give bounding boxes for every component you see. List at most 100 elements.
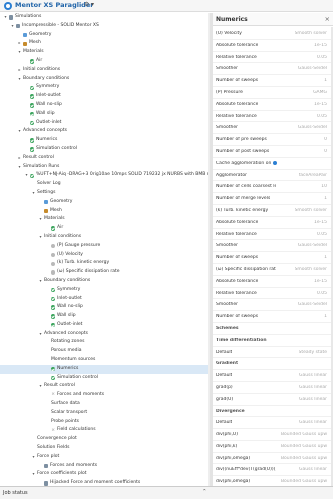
property-value-field[interactable]: Gauss linear [299, 420, 327, 425]
property-value-field[interactable]: 1 [324, 314, 327, 319]
tree-item[interactable]: ▾ Incompressible - SOLID Mentor XS [0, 22, 210, 31]
tree-item[interactable]: ▾ Result control [0, 382, 210, 391]
tree-item[interactable]: Solution Fields [0, 444, 210, 453]
property-value-field[interactable]: GAMG [313, 90, 327, 95]
tree-item[interactable]: × Field calculations [0, 426, 210, 435]
expand-toggle-icon[interactable]: ▾ [17, 48, 22, 57]
tree-item[interactable]: (ω) Specific dissipation rate [0, 268, 210, 277]
expand-toggle-icon[interactable]: ▾ [31, 189, 36, 198]
tree-item[interactable]: ▸ Result control [0, 154, 210, 163]
tree-item[interactable]: Scalar transport [0, 409, 210, 418]
tree-item[interactable]: Probe points [0, 418, 210, 427]
tree-item[interactable]: Geometry [0, 31, 210, 40]
collapse-toggle-icon[interactable]: ▸ [17, 154, 22, 163]
close-icon[interactable]: × [325, 15, 330, 23]
property-value-field[interactable]: 1 [324, 255, 327, 260]
property-value-field[interactable]: Bounded Gauss upw [281, 479, 327, 484]
tree-item[interactable]: Air [0, 57, 210, 66]
tree-item[interactable]: (P) Gauge pressure [0, 242, 210, 251]
property-value-field[interactable]: 1e-15 [314, 279, 327, 284]
tree-item[interactable]: Solver Log [0, 180, 210, 189]
tree-item[interactable]: ▾ Simulations [0, 13, 210, 22]
property-value-field[interactable]: Bounded Gauss upw [281, 432, 327, 437]
expand-toggle-icon[interactable]: ▾ [38, 233, 43, 242]
property-value-field[interactable]: Steady state [299, 350, 328, 355]
property-value-field[interactable]: 0.05 [317, 114, 327, 119]
tree-item[interactable]: ▾ Settings [0, 189, 210, 198]
property-value-field[interactable]: 0.05 [317, 291, 327, 296]
tree-item[interactable]: Surface data [0, 400, 210, 409]
tree-item[interactable]: ▸ Initial conditions [0, 66, 210, 75]
collapse-toggle-icon[interactable]: ▸ [17, 39, 22, 48]
property-value-field[interactable]: Gauss-Seidel [298, 243, 327, 248]
project-title[interactable]: Mentor XS Paraglider [15, 1, 93, 9]
property-value-field[interactable]: 1 [324, 78, 327, 83]
tree-item[interactable]: ▾ Advanced concepts [0, 127, 210, 136]
tree-item[interactable]: Inlet-outlet [0, 295, 210, 304]
collapse-toggle-icon[interactable]: ▸ [17, 66, 22, 75]
tree-item[interactable]: Simulation control [0, 374, 210, 383]
property-value-field[interactable]: Gauss-Seidel [298, 125, 327, 130]
tree-item[interactable]: ▾ Simulation Runs [0, 163, 210, 172]
property-value-field[interactable]: Gauss linear [299, 397, 327, 402]
tree-item[interactable]: Momentum sources [0, 356, 210, 365]
property-value-field[interactable]: Gauss linear [299, 373, 327, 378]
tree-item[interactable]: Geometry [0, 198, 210, 207]
tree-item[interactable]: ▸ Mesh [0, 39, 210, 48]
chevron-down-icon[interactable]: ▾ [91, 1, 94, 8]
property-value-field[interactable]: Bounded Gauss upw [281, 456, 327, 461]
tree-item[interactable]: ▾ Boundary conditions [0, 277, 210, 286]
property-value-field[interactable]: 10 [321, 184, 327, 189]
expand-toggle-icon[interactable]: ▾ [17, 163, 22, 172]
property-value-field[interactable]: 1e-15 [314, 43, 327, 48]
tree-item[interactable]: ▾ Materials [0, 48, 210, 57]
property-value-field[interactable]: Gauss-Seidel [298, 66, 327, 71]
property-value-field[interactable]: Gauss-Seidel [298, 302, 327, 307]
tree-item[interactable]: Wall slip [0, 110, 210, 119]
tree-item[interactable]: Rotating zones [0, 338, 210, 347]
tree-item[interactable]: Inlet-outlet [0, 92, 210, 101]
tree-item[interactable]: ▾ Materials [0, 215, 210, 224]
property-value-field[interactable]: 0.05 [317, 55, 327, 60]
property-value-field[interactable]: Gauss linear [299, 467, 327, 472]
tree-item[interactable]: Simulation control [0, 145, 210, 154]
tree-item[interactable]: × Forces and moments [0, 391, 210, 400]
property-value-field[interactable]: Gauss linear [299, 385, 327, 390]
tree-item[interactable]: ▾ Initial conditions [0, 233, 210, 242]
tree-item[interactable]: Porous media [0, 347, 210, 356]
expand-toggle-icon[interactable]: ▾ [38, 330, 43, 339]
expand-toggle-icon[interactable]: ▾ [10, 22, 15, 31]
property-value-field[interactable]: 1 [324, 196, 327, 201]
property-value-field[interactable]: Smooth solver [295, 31, 327, 36]
property-value-field[interactable]: Bounded Gauss upw [281, 444, 327, 449]
tree-item[interactable]: Wall slip [0, 312, 210, 321]
expand-toggle-icon[interactable]: ▾ [31, 470, 36, 479]
expand-icon[interactable]: ⌃ [202, 489, 207, 495]
expand-toggle-icon[interactable]: ▾ [3, 13, 8, 22]
tree-item[interactable]: Hijacked Force and moment coefficients [0, 479, 210, 486]
property-value-field[interactable]: faceAreaPair [299, 173, 327, 178]
property-value-field[interactable]: 0 [324, 137, 327, 142]
tree-item[interactable]: Mesh [0, 207, 210, 216]
property-value-field[interactable]: 1e-15 [314, 102, 327, 107]
tree-item[interactable]: ▾ Advanced concepts [0, 330, 210, 339]
tree-item[interactable]: Wall no-slip [0, 303, 210, 312]
expand-toggle-icon[interactable]: ▾ [38, 215, 43, 224]
expand-toggle-icon[interactable]: ▾ [38, 277, 43, 286]
tree-item[interactable]: ▾ Force coefficients plot [0, 470, 210, 479]
tree-item[interactable]: Symmetry [0, 83, 210, 92]
tree-item[interactable]: Convergence plot [0, 435, 210, 444]
tree-item[interactable]: ▾ Force plot [0, 453, 210, 462]
expand-toggle-icon[interactable]: ▾ [17, 127, 22, 136]
tree-item[interactable]: (U) Velocity [0, 251, 210, 260]
tree-item[interactable]: ▾ %UFT+NJ-Aiq -DRAG+3 0rig10ae 10mps SOLI… [0, 171, 210, 180]
property-value-field[interactable]: 0.05 [317, 232, 327, 237]
gear-icon[interactable]: ⚙ [84, 1, 89, 8]
property-value-field[interactable]: 1e-15 [314, 220, 327, 225]
property-value-field[interactable]: Smooth solver [295, 208, 327, 213]
expand-toggle-icon[interactable]: ▾ [38, 382, 43, 391]
expand-toggle-icon[interactable]: ▾ [31, 453, 36, 462]
tree-item[interactable]: Numerics [0, 136, 210, 145]
tree-item[interactable]: Outlet-inlet [0, 119, 210, 128]
tree-item[interactable]: Forces and moments [0, 462, 210, 471]
